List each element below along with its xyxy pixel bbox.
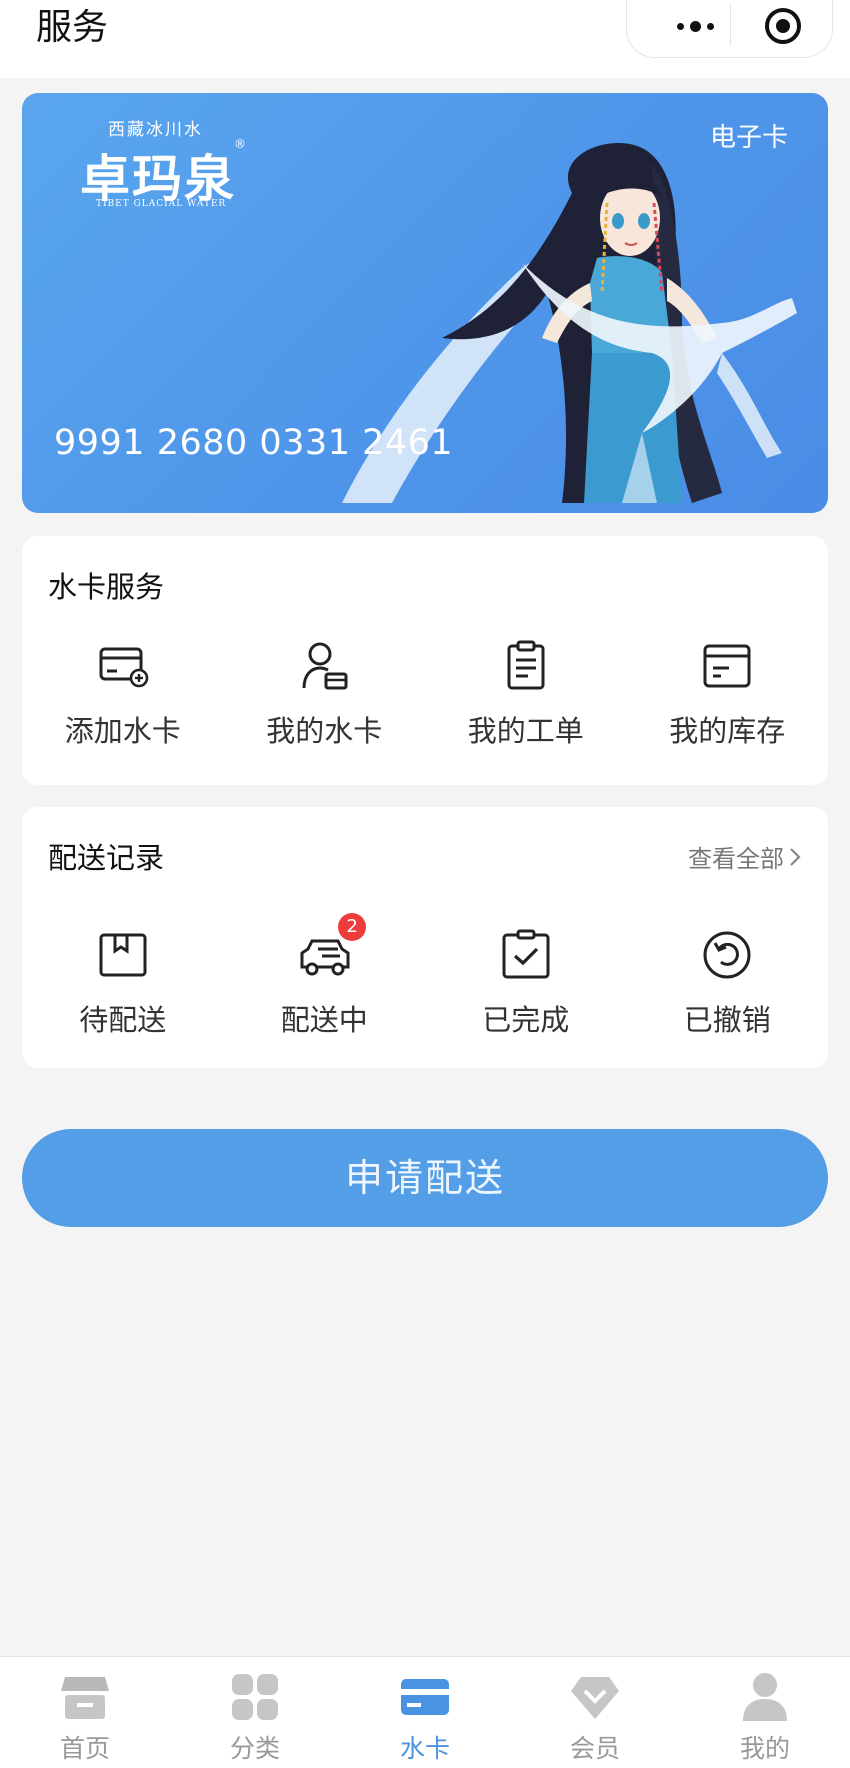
- tab-mine[interactable]: 我的: [680, 1657, 850, 1768]
- service-label: 我的水卡: [266, 714, 383, 748]
- truck-icon-wrap: 2: [298, 913, 367, 981]
- service-label: 我的库存: [669, 714, 786, 748]
- box-icon: [703, 644, 751, 688]
- status-label: 配送中: [280, 1003, 368, 1037]
- status-label: 已撤销: [683, 1003, 771, 1037]
- water-card-service-panel: 水卡服务 添加水卡 我的水卡 我的工单 我的库存: [22, 536, 828, 785]
- completed-button[interactable]: 已完成: [425, 929, 627, 1039]
- view-all-label: 查看全部: [688, 845, 784, 873]
- package-icon: [99, 933, 147, 977]
- user-card-icon: [302, 642, 348, 690]
- brand-logo: 西藏冰川水 卓玛泉 ® TIBET GLACIAL WATER: [58, 115, 248, 215]
- delivery-status-grid: 待配送 2 配送中 已完成 已撤销: [22, 913, 829, 1039]
- pending-delivery-button[interactable]: 待配送: [22, 929, 224, 1039]
- grid-icon: [232, 1674, 278, 1720]
- service-label: 添加水卡: [64, 714, 181, 748]
- tab-label: 分类: [229, 1734, 280, 1763]
- card-icon: [401, 1679, 449, 1715]
- header-bar: 服务: [0, 0, 850, 78]
- undo-icon: [703, 931, 751, 979]
- my-inventory-button[interactable]: 我的库存: [627, 640, 829, 750]
- tab-category[interactable]: 分类: [170, 1657, 340, 1768]
- in-delivery-button[interactable]: 2 配送中: [224, 913, 426, 1039]
- tab-label: 首页: [59, 1734, 110, 1763]
- brand-top-text: 西藏冰川水: [108, 120, 203, 140]
- panel-title: 配送记录: [48, 841, 165, 875]
- service-label: 我的工单: [467, 714, 584, 748]
- more-menu-icon[interactable]: [657, 0, 733, 52]
- status-label: 待配送: [79, 1003, 167, 1037]
- store-icon: [61, 1677, 109, 1719]
- bottom-tab-bar: 首页 分类 水卡 会员 我的: [0, 1656, 850, 1768]
- mini-program-capsule: [626, 0, 833, 58]
- tab-member[interactable]: 会员: [510, 1657, 680, 1768]
- add-card-button[interactable]: 添加水卡: [22, 640, 224, 750]
- card-type-label: 电子卡: [709, 123, 788, 153]
- status-label: 已完成: [482, 1003, 570, 1037]
- my-work-order-button[interactable]: 我的工单: [425, 640, 627, 750]
- page-title: 服务: [36, 7, 109, 48]
- capsule-divider: [730, 4, 731, 46]
- chevron-right-icon: [790, 847, 801, 866]
- water-e-card[interactable]: 西藏冰川水 卓玛泉 ® TIBET GLACIAL WATER 电子卡 9991…: [22, 93, 828, 513]
- card-number: 9991 2680 0331 2461: [54, 423, 454, 463]
- clipboard-icon: [507, 640, 545, 690]
- tab-label: 我的: [739, 1734, 790, 1763]
- tab-label: 水卡: [399, 1734, 450, 1763]
- service-grid: 添加水卡 我的水卡 我的工单 我的库存: [22, 640, 828, 750]
- in-delivery-count-badge: 2: [338, 913, 367, 941]
- tab-home[interactable]: 首页: [0, 1657, 170, 1768]
- panel-title: 水卡服务: [48, 570, 165, 604]
- person-icon: [743, 1673, 787, 1721]
- tab-label: 会员: [569, 1734, 620, 1763]
- my-card-button[interactable]: 我的水卡: [224, 640, 426, 750]
- brand-subtitle: TIBET GLACIAL WATER: [96, 199, 227, 209]
- check-clipboard-icon: [502, 929, 550, 979]
- brand-registered-mark: ®: [234, 137, 246, 151]
- view-all-link[interactable]: 查看全部: [688, 839, 802, 874]
- close-target-icon[interactable]: [763, 6, 803, 46]
- apply-delivery-button[interactable]: 申请配送: [22, 1129, 828, 1227]
- cancelled-button[interactable]: 已撤销: [627, 929, 829, 1039]
- diamond-icon: [571, 1677, 619, 1719]
- tab-water-card[interactable]: 水卡: [340, 1657, 510, 1768]
- delivery-records-panel: 配送记录 查看全部 待配送 2 配送中 已完成 已撤销: [22, 807, 828, 1068]
- add-card-icon: [99, 647, 149, 688]
